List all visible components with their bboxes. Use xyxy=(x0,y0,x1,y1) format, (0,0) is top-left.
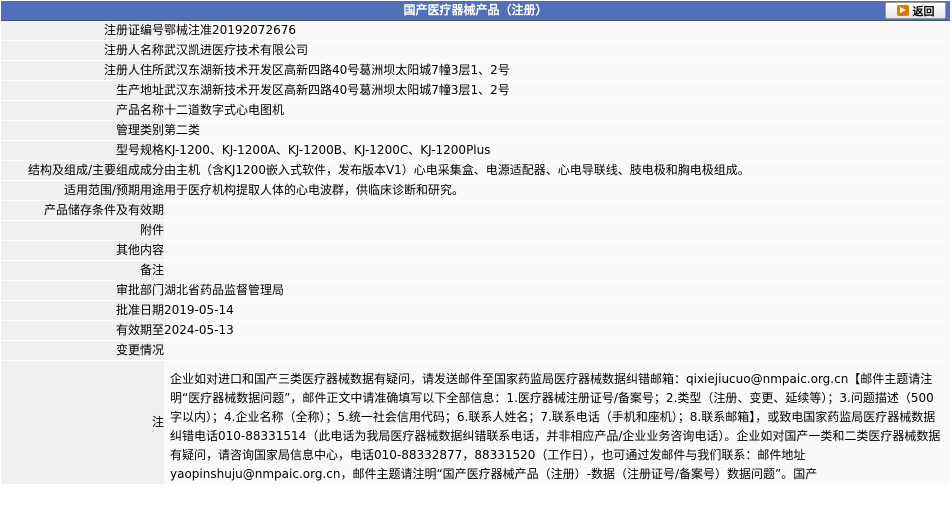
note-text: 企业如对进口和国产三类医疗器械数据有疑问，请发送邮件至国家药监局医疗器械数据纠错… xyxy=(164,360,950,485)
note-label: 注 xyxy=(1,360,164,485)
back-button-label: 返回 xyxy=(912,4,935,18)
table-row: 管理类别 第二类 xyxy=(1,120,950,141)
field-label: 备注 xyxy=(1,260,164,281)
field-value: 武汉凯进医疗技术有限公司 xyxy=(164,40,950,61)
field-value xyxy=(164,200,950,221)
table-row: 生产地址 武汉东湖新技术开发区高新四路40号葛洲坝太阳城7幢3层1、2号 xyxy=(1,80,950,101)
back-arrow-icon xyxy=(896,5,909,16)
field-value: KJ-1200、KJ-1200A、KJ-1200B、KJ-1200C、KJ-12… xyxy=(164,140,950,161)
table-row: 适用范围/预期用途 用于医疗机构提取人体的心电波群，供临床诊断和研究。 xyxy=(1,180,950,201)
field-value xyxy=(164,220,950,241)
table-row: 其他内容 xyxy=(1,240,950,261)
field-label: 批准日期 xyxy=(1,300,164,321)
back-button[interactable]: 返回 xyxy=(885,2,946,19)
field-label: 附件 xyxy=(1,220,164,241)
field-value: 武汉东湖新技术开发区高新四路40号葛洲坝太阳城7幢3层1、2号 xyxy=(164,80,950,101)
note-row: 注企业如对进口和国产三类医疗器械数据有疑问，请发送邮件至国家药监局医疗器械数据纠… xyxy=(1,360,950,485)
table-row: 产品名称 十二道数字式心电图机 xyxy=(1,100,950,121)
table-row: 产品储存条件及有效期 xyxy=(1,200,950,221)
page-title: 国产医疗器械产品（注册） xyxy=(403,3,548,17)
field-value: 由主机（含KJ1200嵌入式软件，发布版本V1）心电采集盒、电源适配器、心电导联… xyxy=(164,160,950,181)
field-label: 其他内容 xyxy=(1,240,164,261)
table-row: 审批部门 湖北省药品监督管理局 xyxy=(1,280,950,301)
field-label: 注册人名称 xyxy=(1,40,164,61)
table-row: 有效期至 2024-05-13 xyxy=(1,320,950,341)
field-value xyxy=(164,240,950,261)
product-info-table: 注册证编号 鄂械注准20192072676 注册人名称 武汉凯进医疗技术有限公司 注册人… xyxy=(1,21,950,485)
field-label: 结构及组成/主要组成成分 xyxy=(1,160,164,181)
field-label: 产品名称 xyxy=(1,100,164,121)
field-label: 适用范围/预期用途 xyxy=(1,180,164,201)
field-value: 用于医疗机构提取人体的心电波群，供临床诊断和研究。 xyxy=(164,180,950,201)
field-label: 产品储存条件及有效期 xyxy=(1,200,164,221)
table-row: 批准日期 2019-05-14 xyxy=(1,300,950,321)
field-label: 型号规格 xyxy=(1,140,164,161)
field-value xyxy=(164,340,950,361)
field-label: 变更情况 xyxy=(1,340,164,361)
table-row: 变更情况 xyxy=(1,340,950,361)
field-value: 湖北省药品监督管理局 xyxy=(164,280,950,301)
field-label: 生产地址 xyxy=(1,80,164,101)
field-label: 管理类别 xyxy=(1,120,164,141)
table-row: 注册证编号 鄂械注准20192072676 xyxy=(1,21,950,41)
field-value: 鄂械注准20192072676 xyxy=(164,21,950,41)
field-value: 十二道数字式心电图机 xyxy=(164,100,950,121)
field-value: 第二类 xyxy=(164,120,950,141)
field-label: 注册证编号 xyxy=(1,21,164,41)
field-value xyxy=(164,260,950,281)
field-label: 注册人住所 xyxy=(1,60,164,81)
field-value: 2019-05-14 xyxy=(164,300,950,321)
field-label: 有效期至 xyxy=(1,320,164,341)
field-value: 2024-05-13 xyxy=(164,320,950,341)
field-value: 武汉东湖新技术开发区高新四路40号葛洲坝太阳城7幢3层1、2号 xyxy=(164,60,950,81)
table-row: 注册人名称 武汉凯进医疗技术有限公司 xyxy=(1,40,950,61)
field-label: 审批部门 xyxy=(1,280,164,301)
table-row: 附件 xyxy=(1,220,950,241)
table-row: 注册人住所 武汉东湖新技术开发区高新四路40号葛洲坝太阳城7幢3层1、2号 xyxy=(1,60,950,81)
table-row: 结构及组成/主要组成成分 由主机（含KJ1200嵌入式软件，发布版本V1）心电采集… xyxy=(1,160,950,181)
table-row: 型号规格 KJ-1200、KJ-1200A、KJ-1200B、KJ-1200C、K… xyxy=(1,140,950,161)
table-row: 备注 xyxy=(1,260,950,281)
page-header: 国产医疗器械产品（注册） 返回 xyxy=(1,1,950,21)
